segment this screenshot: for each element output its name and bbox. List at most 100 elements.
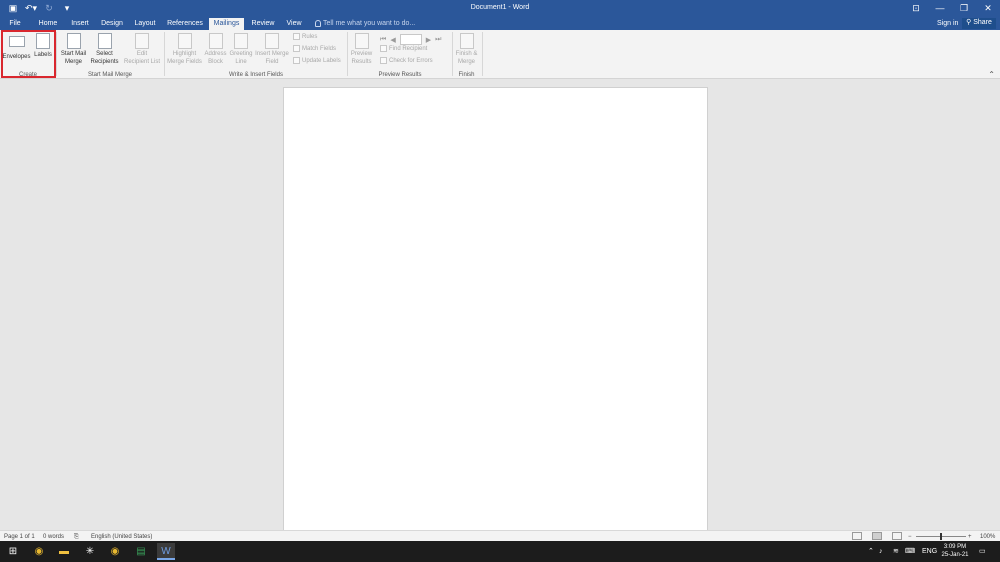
clock-date: 25-Jan-21: [941, 552, 969, 558]
edit-recipient-list-button[interactable]: Edit Recipient List: [122, 33, 162, 66]
word-icon[interactable]: W: [157, 543, 175, 560]
web-layout-icon[interactable]: [892, 532, 902, 540]
group-label-finish: Finish: [458, 72, 475, 78]
close-icon[interactable]: ✕: [976, 0, 1000, 17]
tab-references[interactable]: References: [166, 18, 204, 30]
preview-icon: [354, 33, 369, 49]
greeting-line-label-2: Line: [235, 59, 247, 65]
finish-merge-icon: [459, 33, 474, 49]
edit-recipient-list-label-1: Edit: [136, 51, 148, 57]
greeting-line-label-1: Greeting: [229, 51, 253, 57]
zoom-level[interactable]: 100%: [980, 533, 995, 541]
last-record-icon[interactable]: ⏭: [435, 36, 441, 44]
window-title: Document1 - Word: [470, 4, 530, 11]
chrome-icon[interactable]: ◉: [30, 543, 48, 560]
finish-merge-button[interactable]: Finish & Merge: [453, 33, 480, 66]
update-labels-button[interactable]: Update Labels: [293, 57, 341, 65]
tab-review[interactable]: Review: [251, 18, 275, 30]
zoom-slider-thumb[interactable]: [940, 533, 942, 540]
restore-icon[interactable]: ❐: [952, 0, 976, 17]
title-bar: ▣ ↶▾ ↻ ▾ Document1 - Word ⊡ — ❐ ✕: [0, 0, 1000, 17]
tab-layout[interactable]: Layout: [133, 18, 157, 30]
group-separator: [56, 32, 57, 76]
group-separator: [347, 32, 348, 76]
tab-mailings[interactable]: Mailings: [209, 18, 244, 30]
word-count[interactable]: 0 words: [43, 533, 64, 541]
address-block-button[interactable]: Address Block: [203, 33, 228, 66]
windows-taskbar: ⊞ ◉ ▬ ✳ ◉ ▤ W ⌃ ♪ ≋ ⌨ ENG 3:09 PM 25-Jan…: [0, 541, 1000, 562]
page-count[interactable]: Page 1 of 1: [4, 533, 35, 541]
highlight-merge-fields-button[interactable]: Highlight Merge Fields: [166, 33, 203, 66]
next-record-icon[interactable]: ▶: [426, 36, 431, 44]
start-mail-merge-icon: [66, 33, 81, 49]
tab-home[interactable]: Home: [37, 18, 59, 30]
windows-start-icon[interactable]: ⊞: [4, 543, 22, 560]
zoom-out-icon[interactable]: −: [908, 533, 912, 541]
preview-results-button[interactable]: Preview Results: [349, 33, 374, 66]
tell-me-search[interactable]: Tell me what you want to do...: [315, 19, 415, 29]
system-clock[interactable]: 3:09 PM 25-Jan-21: [936, 543, 974, 559]
status-bar: Page 1 of 1 0 words ⎘ English (United St…: [0, 530, 1000, 541]
address-block-icon: [208, 33, 223, 49]
select-recipients-label-2: Recipients: [90, 59, 119, 65]
insert-merge-field-label-2: Field: [265, 59, 279, 65]
start-mail-merge-button[interactable]: Start Mail Merge: [58, 33, 89, 66]
rules-button[interactable]: Rules: [293, 33, 317, 41]
record-navigation: ⏮ ◀ ▶ ⏭: [380, 34, 441, 45]
keyboard-icon[interactable]: ⌨: [905, 541, 915, 562]
check-errors-icon: [380, 57, 387, 64]
zoom-in-icon[interactable]: +: [968, 533, 972, 541]
edit-recipient-list-label-2: Recipient List: [123, 59, 161, 65]
lightbulb-icon: [315, 19, 321, 27]
address-block-label-2: Block: [208, 59, 223, 65]
ribbon-display-options-icon[interactable]: ⊡: [904, 0, 928, 17]
start-mail-merge-label-1: Start Mail: [60, 51, 87, 57]
check-for-errors-label: Check for Errors: [389, 58, 433, 65]
group-label-write-insert-fields: Write & Insert Fields: [229, 72, 283, 78]
sign-in-link[interactable]: Sign in: [937, 19, 958, 29]
document-page[interactable]: [283, 87, 708, 533]
highlight-icon: [177, 33, 192, 49]
insert-merge-field-label-1: Insert Merge: [255, 51, 289, 57]
share-button[interactable]: ⚲ Share: [962, 18, 996, 29]
select-recipients-button[interactable]: Select Recipients: [88, 33, 121, 66]
highlight-label-1: Highlight: [172, 51, 197, 57]
start-mail-merge-label-2: Merge: [64, 59, 82, 65]
update-labels-label: Update Labels: [302, 58, 341, 65]
network-icon[interactable]: ≋: [893, 541, 899, 562]
notifications-icon[interactable]: ▭: [979, 541, 986, 562]
record-number-input[interactable]: [399, 34, 422, 45]
print-layout-icon[interactable]: [872, 532, 882, 540]
tab-design[interactable]: Design: [100, 18, 124, 30]
input-language[interactable]: ENG: [922, 541, 937, 562]
rules-icon: [293, 33, 300, 40]
match-fields-label: Match Fields: [302, 46, 337, 53]
show-hidden-icons-icon[interactable]: ⌃: [868, 541, 874, 562]
greeting-line-button[interactable]: Greeting Line: [228, 33, 254, 66]
read-mode-icon[interactable]: [852, 532, 862, 540]
app-icon[interactable]: ✳: [81, 543, 99, 560]
volume-icon[interactable]: ♪: [879, 541, 883, 562]
proofing-icon[interactable]: ⎘: [74, 533, 79, 541]
window-controls: ⊡ — ❐ ✕: [904, 0, 1000, 17]
find-recipient-button[interactable]: Find Recipient: [380, 45, 427, 53]
first-record-icon[interactable]: ⏮: [380, 36, 386, 44]
collapse-ribbon-icon[interactable]: ⌃: [988, 70, 995, 79]
tab-insert[interactable]: Insert: [69, 18, 91, 30]
previous-record-icon[interactable]: ◀: [390, 36, 395, 44]
language-status[interactable]: English (United States): [91, 533, 152, 541]
tab-file[interactable]: File: [5, 18, 25, 30]
match-fields-button[interactable]: Match Fields: [293, 45, 336, 53]
tab-view[interactable]: View: [284, 18, 304, 30]
chrome-icon-2[interactable]: ◉: [106, 543, 124, 560]
match-fields-icon: [293, 45, 300, 52]
insert-merge-field-button[interactable]: Insert Merge Field: [254, 33, 290, 66]
highlight-label-2: Merge Fields: [167, 59, 202, 65]
find-recipient-icon: [380, 45, 387, 52]
rules-label: Rules: [302, 34, 318, 41]
excel-icon[interactable]: ▤: [132, 543, 150, 560]
minimize-icon[interactable]: —: [928, 0, 952, 17]
file-explorer-icon[interactable]: ▬: [55, 543, 73, 560]
tell-me-placeholder: Tell me what you want to do...: [323, 20, 416, 27]
check-for-errors-button[interactable]: Check for Errors: [380, 57, 433, 65]
